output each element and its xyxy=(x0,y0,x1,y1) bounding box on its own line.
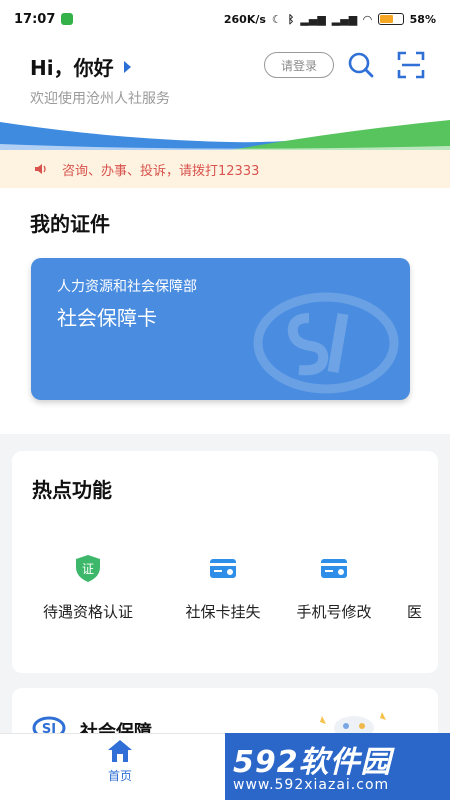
tab-home[interactable]: 首页 xyxy=(92,738,148,798)
network-speed: 260K/s xyxy=(223,12,266,26)
battery-level: 58% xyxy=(409,12,436,26)
wifi-icon: ◠ xyxy=(363,12,372,26)
signal-icon: ▂▄▆ xyxy=(300,12,326,26)
watermark-url: www.592xiazai.com xyxy=(233,777,390,793)
greeting-text: Hi，你好 xyxy=(30,56,114,80)
watermark-brand: 592软件园 xyxy=(233,745,392,780)
scan-icon[interactable] xyxy=(396,50,426,80)
speaker-icon xyxy=(35,164,46,174)
function-item-medical[interactable]: 医 xyxy=(405,533,438,643)
si-logo-icon xyxy=(253,292,399,394)
card-issuer: 人力资源和社会保障部 xyxy=(57,279,197,295)
moon-icon: ☾ xyxy=(271,12,282,26)
header-wave-decoration xyxy=(0,120,450,152)
function-item-phone-change[interactable]: 手机号修改 xyxy=(286,533,398,643)
watermark-logo: 592软件园 www.592xiazai.com xyxy=(225,733,450,800)
signal-icon: ▂▄▆ xyxy=(331,12,358,26)
login-button[interactable]: 请登录 xyxy=(264,52,334,78)
function-item-card-loss[interactable]: 社保卡挂失 xyxy=(167,533,279,643)
status-right: 260K/s ☾ ᛒ ▂▄▆ ▂▄▆ ◠ 58% xyxy=(224,13,436,26)
notice-bar[interactable]: 咨询、办事、投诉，请拨打12333 xyxy=(0,150,450,188)
section-title-hot-functions: 热点功能 xyxy=(32,478,112,502)
section-title-certificates: 我的证件 xyxy=(30,212,110,236)
battery-icon xyxy=(377,13,404,25)
function-label: 待遇资格认证 xyxy=(42,603,133,621)
home-icon xyxy=(108,740,132,762)
bluetooth-icon: ᛒ xyxy=(287,12,295,26)
greeting-row[interactable]: Hi，你好 xyxy=(30,52,131,81)
function-label: 医 xyxy=(407,603,423,621)
status-time: 17:07 xyxy=(14,11,56,27)
card-icon xyxy=(210,559,236,578)
function-item-qualification[interactable]: 证 待遇资格认证 xyxy=(32,533,144,643)
search-icon[interactable] xyxy=(346,50,376,80)
social-security-card[interactable]: 人力资源和社会保障部 社会保障卡 xyxy=(31,258,410,400)
welcome-subtitle: 欢迎使用沧州人社服务 xyxy=(30,91,170,107)
notice-text: 咨询、办事、投诉，请拨打12333 xyxy=(62,163,260,179)
card-name: 社会保障卡 xyxy=(57,306,157,330)
wechat-notification-icon xyxy=(61,13,74,25)
function-label: 手机号修改 xyxy=(296,603,372,621)
caret-right-icon xyxy=(123,60,131,73)
card-icon xyxy=(321,559,347,578)
status-bar: 17:07 260K/s ☾ ᛒ ▂▄▆ ▂▄▆ ◠ 58% xyxy=(0,0,450,38)
function-label: 社保卡挂失 xyxy=(185,603,261,621)
svg-text:证: 证 xyxy=(82,562,94,576)
tab-home-label: 首页 xyxy=(107,769,132,783)
shield-check-icon: 证 xyxy=(76,555,100,582)
status-left: 17:07 xyxy=(14,11,74,27)
